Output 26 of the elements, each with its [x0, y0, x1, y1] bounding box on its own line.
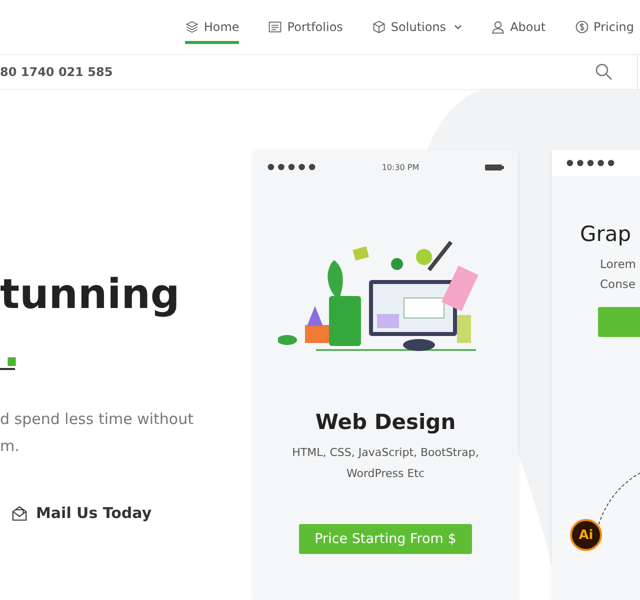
nav-link[interactable]: Home	[184, 14, 240, 44]
card-description: Lorem Conse	[600, 256, 637, 293]
headline-end: .	[3, 330, 22, 370]
battery-icon	[484, 164, 504, 170]
person-icon	[491, 20, 506, 34]
phone-number: 80 1740 021 585	[0, 65, 114, 79]
nav-link[interactable]: Portfolios	[268, 14, 343, 44]
layers-icon	[184, 20, 199, 34]
search-icon[interactable]	[595, 63, 613, 81]
box-icon	[372, 20, 386, 34]
mail-icon	[11, 504, 28, 522]
nav-link[interactable]: About	[491, 14, 546, 44]
nav-link[interactable]: Pricing	[574, 14, 634, 44]
document-icon	[268, 20, 282, 34]
card-description: HTML, CSS, JavaScript, BootStrap, WordPress Etc	[291, 445, 480, 482]
badge: Ai	[570, 519, 602, 551]
nav-link[interactable]: Solutions	[372, 14, 462, 44]
signal-dots-icon	[566, 159, 615, 167]
signal-dots-icon	[267, 163, 316, 171]
status-time: 10:30 PM	[382, 162, 420, 172]
headline: tunning	[0, 269, 180, 320]
mail-link[interactable]: Mail Us Today	[11, 504, 152, 522]
dollar-icon	[574, 20, 589, 34]
card-title: Web Design	[314, 410, 457, 434]
card-title: Grap	[580, 222, 632, 246]
hero-paragraph: d spend less time without m.	[0, 409, 194, 457]
